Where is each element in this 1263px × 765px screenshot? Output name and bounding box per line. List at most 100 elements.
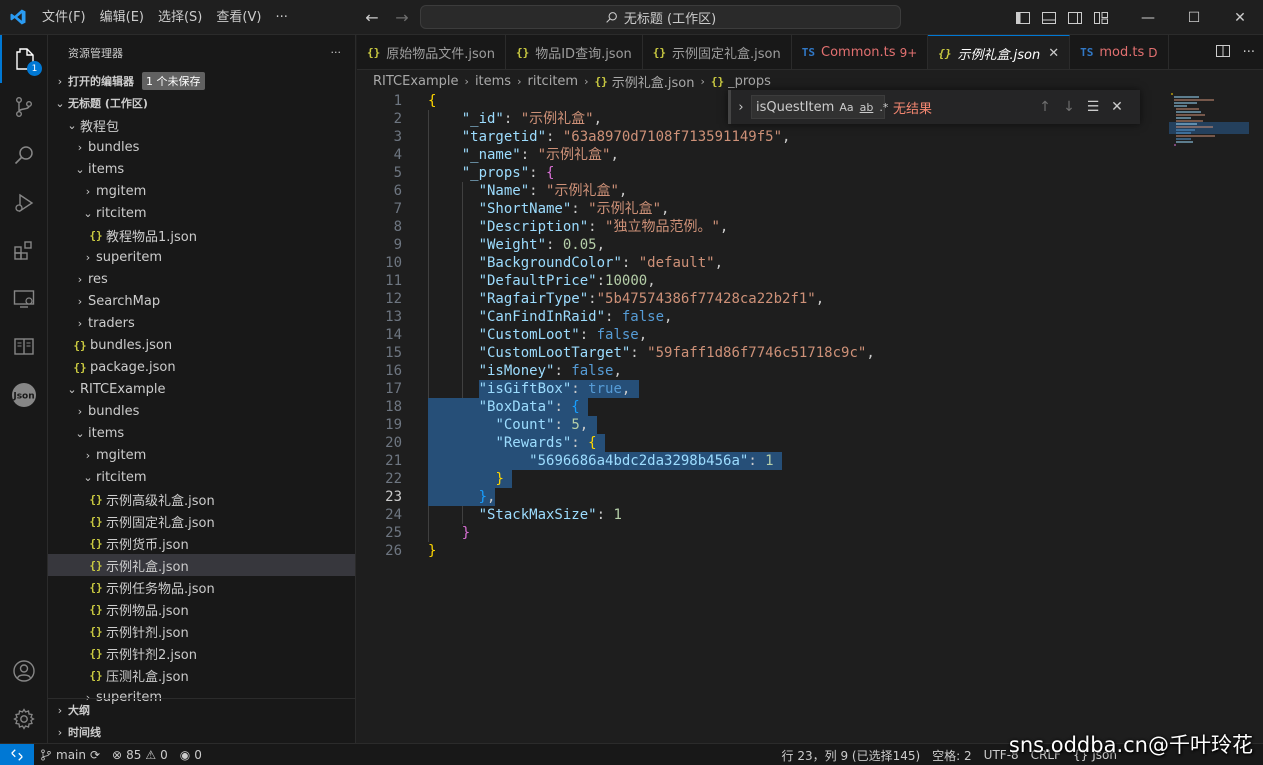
editor-tab[interactable]: {} 原始物品文件.json	[357, 35, 506, 69]
breadcrumb-item[interactable]: 示例礼盒.json	[612, 72, 695, 91]
tree-folder-item[interactable]: › SearchMap	[48, 290, 355, 312]
close-tab-icon[interactable]: ✕	[1048, 46, 1059, 61]
customize-layout-icon[interactable]	[1091, 8, 1111, 28]
more-actions-icon[interactable]: ···	[1243, 45, 1255, 60]
code-text: "BoxData": {	[478, 399, 580, 415]
minimap[interactable]	[1169, 92, 1249, 152]
toggle-replace-icon[interactable]: ›	[731, 100, 751, 115]
maximize-icon[interactable]: ☐	[1171, 0, 1217, 35]
tree-folder-item[interactable]: ⌄ ritcitem	[48, 466, 355, 488]
editor-tab[interactable]: {} 示例礼盒.json ✕	[928, 35, 1071, 69]
tree-file-item[interactable]: {} package.json	[48, 356, 355, 378]
previous-match-icon[interactable]: ↑	[1033, 99, 1057, 115]
chevron-right-icon: ›	[464, 74, 469, 88]
breadcrumb-item[interactable]: items	[475, 74, 511, 89]
extensions-icon[interactable]	[0, 227, 48, 275]
toggle-sidebar-icon[interactable]	[1013, 8, 1033, 28]
menu-item[interactable]: 编辑(E)	[93, 0, 151, 35]
remote-indicator-icon[interactable]	[0, 743, 34, 765]
breadcrumb-item[interactable]: ritcitem	[528, 74, 579, 89]
line-number: 6	[393, 183, 402, 199]
outline-section[interactable]: › 大纲	[48, 699, 355, 721]
tree-folder-item[interactable]: ⌄ items	[48, 422, 355, 444]
tree-file-item[interactable]: {} 示例货币.json	[48, 532, 355, 554]
tree-folder-item[interactable]: › superitem	[48, 246, 355, 268]
open-editors-section[interactable]: › 打开的编辑器 1 个未保存	[48, 70, 355, 92]
breadcrumb-item[interactable]: _props	[728, 74, 771, 89]
indentation-status[interactable]: 空格: 2	[926, 747, 978, 764]
gear-icon[interactable]	[0, 695, 48, 743]
workspace-section[interactable]: ⌄ 无标题 (工作区)	[48, 92, 355, 114]
json-file-icon: {}	[89, 580, 103, 594]
remote-explorer-icon[interactable]	[0, 275, 48, 323]
explorer-more-icon[interactable]: ···	[331, 46, 342, 59]
search-sidebar-icon[interactable]	[0, 131, 48, 179]
tree-folder-item[interactable]: › traders	[48, 312, 355, 334]
tree-folder-item[interactable]: ⌄ ritcitem	[48, 202, 355, 224]
toggle-panel-icon[interactable]	[1039, 8, 1059, 28]
cursor-position[interactable]: 行 23，列 9 (已选择145)	[776, 747, 927, 764]
tree-file-item[interactable]: {} 示例针剂2.json	[48, 642, 355, 664]
nav-controls: ← →	[360, 0, 414, 35]
menu-item[interactable]: 查看(V)	[209, 0, 268, 35]
ports-status[interactable]: ◉ 0	[174, 748, 208, 762]
breadcrumb-item[interactable]: RITCExample	[373, 74, 459, 89]
menu-item[interactable]: 选择(S)	[151, 0, 209, 35]
code-line: 7 "ShortName": "示例礼盒",	[357, 200, 1263, 218]
command-center[interactable]: 无标题 (工作区)	[420, 5, 901, 29]
tree-folder-item[interactable]: ⌄ 教程包	[48, 114, 355, 136]
split-editor-icon[interactable]	[1215, 43, 1231, 63]
editor-tab[interactable]: TS Common.ts 9+	[792, 35, 929, 69]
menu-item[interactable]: 文件(F)	[35, 0, 93, 35]
find-in-selection-icon[interactable]: ☰	[1081, 99, 1105, 115]
match-case-icon[interactable]: Aa	[838, 101, 854, 114]
account-icon[interactable]	[0, 647, 48, 695]
timeline-section[interactable]: › 时间线	[48, 721, 355, 743]
tree-file-item[interactable]: {} bundles.json	[48, 334, 355, 356]
next-match-icon[interactable]: ↓	[1057, 99, 1081, 115]
code-editor[interactable]: 1{2 "_id": "示例礼盒", 3 "targetid": "63a8970…	[357, 92, 1263, 743]
more-menu-icon[interactable]: ···	[268, 0, 294, 35]
close-window-icon[interactable]: ✕	[1217, 0, 1263, 35]
tree-folder-item[interactable]: › bundles	[48, 400, 355, 422]
tree-file-item[interactable]: {} 示例任务物品.json	[48, 576, 355, 598]
minimize-icon[interactable]: —	[1125, 0, 1171, 35]
book-icon[interactable]	[0, 323, 48, 371]
tree-folder-item[interactable]: ⌄ items	[48, 158, 355, 180]
tree-folder-item[interactable]: › mgitem	[48, 444, 355, 466]
back-arrow-icon[interactable]: ←	[360, 6, 384, 30]
editor-tab[interactable]: {} 示例固定礼盒.json	[643, 35, 792, 69]
tree-file-item[interactable]: {} 示例固定礼盒.json	[48, 510, 355, 532]
match-word-icon[interactable]: ab	[859, 101, 875, 114]
sync-icon[interactable]: ⟳	[90, 748, 100, 762]
tree-file-item[interactable]: {} 示例高级礼盒.json	[48, 488, 355, 510]
line-number: 16	[385, 363, 402, 379]
code-text: "isGiftBox": true,	[478, 381, 631, 397]
json-file-icon: {}	[73, 338, 87, 352]
json-file-icon: {}	[652, 46, 667, 59]
branch-status[interactable]: main ⟳	[34, 748, 106, 762]
close-find-icon[interactable]: ✕	[1105, 99, 1129, 115]
problems-status[interactable]: ⊗ 85 ⚠ 0	[106, 748, 174, 762]
json-icon[interactable]: Json	[0, 371, 48, 419]
editor-tab[interactable]: {} 物品ID查询.json	[506, 35, 643, 69]
toggle-secondary-sidebar-icon[interactable]	[1065, 8, 1085, 28]
explorer-icon[interactable]: 1	[0, 35, 48, 83]
tree-folder-item[interactable]: ⌄ RITCExample	[48, 378, 355, 400]
tree-file-item[interactable]: {} 压测礼盒.json	[48, 664, 355, 686]
regex-icon[interactable]: .*	[878, 101, 889, 114]
tree-file-item[interactable]: {} 教程物品1.json	[48, 224, 355, 246]
editor-tab[interactable]: TS mod.ts D	[1070, 35, 1169, 69]
tree-file-item[interactable]: {} 示例礼盒.json	[48, 554, 355, 576]
forward-arrow-icon[interactable]: →	[390, 6, 414, 30]
tree-file-item[interactable]: {} 示例物品.json	[48, 598, 355, 620]
run-debug-icon[interactable]	[0, 179, 48, 227]
chevron-down-icon: ⌄	[55, 96, 65, 110]
find-input[interactable]: isQuestItem Aa ab .*	[751, 95, 888, 119]
source-control-icon[interactable]	[0, 83, 48, 131]
tree-folder-item[interactable]: › bundles	[48, 136, 355, 158]
line-number: 22	[385, 471, 402, 487]
tree-file-item[interactable]: {} 示例针剂.json	[48, 620, 355, 642]
tree-folder-item[interactable]: › mgitem	[48, 180, 355, 202]
tree-folder-item[interactable]: › res	[48, 268, 355, 290]
